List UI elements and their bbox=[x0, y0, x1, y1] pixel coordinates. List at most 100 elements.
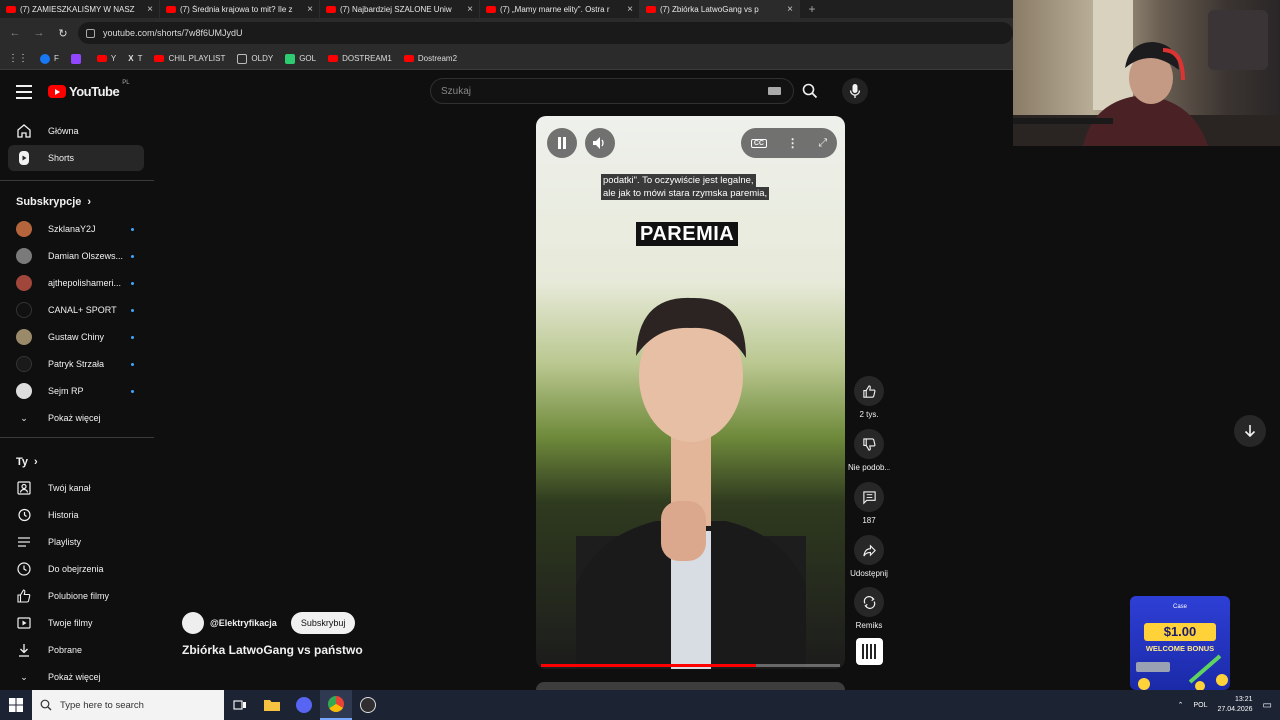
search-input[interactable]: Szukaj bbox=[430, 78, 794, 104]
show-more-button[interactable]: ⌄ Pokaż więcej bbox=[8, 664, 144, 690]
captions-icon[interactable]: CC bbox=[750, 138, 767, 148]
comments-button[interactable]: 187 bbox=[848, 482, 890, 525]
you-header[interactable]: Ty › bbox=[16, 456, 38, 468]
avatar bbox=[16, 329, 32, 345]
file-explorer-icon[interactable] bbox=[256, 690, 288, 720]
youtube-logo[interactable]: YouTube PL bbox=[48, 80, 130, 99]
sidebar-item-liked-videos[interactable]: Polubione filmy bbox=[8, 583, 144, 609]
video-controls-group: CC ⋮ ⤢ bbox=[741, 128, 837, 158]
back-icon[interactable]: ← bbox=[6, 24, 24, 42]
youtube-play-icon bbox=[48, 85, 66, 98]
taskbar-search-input[interactable]: Type here to search bbox=[32, 690, 224, 720]
more-options-icon[interactable]: ⋮ bbox=[787, 136, 799, 150]
tab-title: (7) „Mamy marne elity". Ostra r bbox=[500, 4, 610, 14]
browser-tab[interactable]: (7) ZAMIESZKALIŚMY W NASZ × bbox=[0, 0, 160, 18]
tab-title: (7) Najbardziej SZALONE Uniw bbox=[340, 4, 452, 14]
sidebar-item-subscription[interactable]: ajthepolishameri... bbox=[8, 270, 144, 296]
sidebar-item-shorts[interactable]: Shorts bbox=[8, 145, 144, 171]
sidebar-item-subscription[interactable]: SzklanaY2J bbox=[8, 216, 144, 242]
tab-title: (7) ZAMIESZKALIŚMY W NASZ bbox=[20, 4, 135, 14]
close-tab-icon[interactable]: × bbox=[627, 4, 633, 15]
discord-icon[interactable] bbox=[288, 690, 320, 720]
keyboard-icon[interactable] bbox=[768, 87, 781, 95]
twitch-icon bbox=[70, 53, 81, 64]
sidebar-item-home[interactable]: Główna bbox=[8, 118, 144, 144]
show-more-button[interactable]: ⌄ Pokaż więcej bbox=[8, 405, 144, 431]
browser-tab[interactable]: (7) Średnia krajowa to mit? Ile z × bbox=[160, 0, 320, 18]
chevron-down-icon: ⌄ bbox=[20, 412, 28, 423]
chrome-icon[interactable] bbox=[320, 690, 352, 720]
casino-ad[interactable]: Case $1.00 WELCOME BONUS bbox=[1130, 596, 1230, 690]
bookmark-item[interactable]: XT bbox=[128, 54, 142, 63]
task-view-icon[interactable] bbox=[224, 690, 256, 720]
browser-tab[interactable]: (7) „Mamy marne elity". Ostra r × bbox=[480, 0, 640, 18]
share-button[interactable]: Udostępnij bbox=[848, 535, 890, 578]
sidebar-item-subscription[interactable]: CANAL+ SPORT bbox=[8, 297, 144, 323]
obs-icon[interactable] bbox=[352, 690, 384, 720]
sidebar-item-downloads[interactable]: Pobrane bbox=[8, 637, 144, 663]
tray-chevron-up-icon[interactable]: ⌃ bbox=[1178, 701, 1184, 709]
close-tab-icon[interactable]: × bbox=[147, 4, 153, 15]
search-placeholder: Szukaj bbox=[441, 85, 472, 97]
browser-tab[interactable]: (7) Najbardziej SZALONE Uniw × bbox=[320, 0, 480, 18]
caption-line: ale jak to mówi stara rzymska paremia, bbox=[601, 187, 770, 200]
bookmark-item[interactable] bbox=[70, 53, 85, 64]
remix-icon bbox=[854, 587, 884, 617]
url-field[interactable]: youtube.com/shorts/7w8f6UMJydU bbox=[78, 22, 1013, 44]
notifications-icon[interactable]: ▭ bbox=[1263, 700, 1272, 711]
apps-grid-icon[interactable]: ⋮⋮ bbox=[8, 53, 28, 64]
webcam-person bbox=[1013, 0, 1280, 146]
bookmark-item[interactable]: Dostream2 bbox=[403, 54, 457, 63]
pause-button[interactable] bbox=[547, 128, 577, 158]
bookmark-item[interactable]: CHIL PLAYLIST bbox=[154, 54, 225, 63]
history-icon bbox=[16, 507, 32, 523]
channel-info: @Elektryfikacja Subskrybuj bbox=[182, 612, 356, 634]
volume-button[interactable] bbox=[585, 128, 615, 158]
browser-tab-active[interactable]: (7) Zbiórka LatwoGang vs p × bbox=[640, 0, 800, 18]
sidebar-item-your-videos[interactable]: Twoje filmy bbox=[8, 610, 144, 636]
reload-icon[interactable]: ↻ bbox=[54, 24, 72, 42]
sidebar-item-history[interactable]: Historia bbox=[8, 502, 144, 528]
windows-start-icon[interactable] bbox=[0, 690, 32, 720]
sidebar-item-subscription[interactable]: Sejm RP bbox=[8, 378, 144, 404]
video-title[interactable]: Zbiórka LatwoGang vs państwo bbox=[182, 643, 363, 657]
bookmark-item[interactable]: GOL bbox=[285, 53, 316, 64]
channel-avatar[interactable] bbox=[182, 612, 204, 634]
sidebar-item-playlists[interactable]: Playlisty bbox=[8, 529, 144, 555]
bookmark-item[interactable]: Y bbox=[96, 54, 116, 63]
sidebar-item-your-channel[interactable]: Twój kanał bbox=[8, 475, 144, 501]
sidebar-item-subscription[interactable]: Damian Olszews... bbox=[8, 243, 144, 269]
site-info-icon[interactable] bbox=[86, 28, 95, 38]
close-tab-icon[interactable]: × bbox=[467, 4, 473, 15]
sidebar-item-subscription[interactable]: Gustaw Chiny bbox=[8, 324, 144, 350]
clock-icon bbox=[16, 561, 32, 577]
next-video-button[interactable] bbox=[1234, 415, 1266, 447]
language-indicator[interactable]: POL bbox=[1193, 702, 1207, 709]
sidebar-item-subscription[interactable]: Patryk Strzała bbox=[8, 351, 144, 377]
close-tab-icon[interactable]: × bbox=[787, 4, 793, 15]
ad-brand: Case bbox=[1172, 604, 1187, 610]
like-button[interactable]: 2 tys. bbox=[848, 376, 890, 419]
dislike-button[interactable]: Nie podob... bbox=[848, 429, 890, 472]
bookmark-item[interactable]: F bbox=[40, 53, 59, 64]
bookmark-folder[interactable]: OLDY bbox=[237, 53, 273, 64]
close-tab-icon[interactable]: × bbox=[307, 4, 313, 15]
clock[interactable]: 13:21 27.04.2026 bbox=[1218, 695, 1253, 715]
microphone-icon[interactable] bbox=[842, 78, 868, 104]
subscriptions-header[interactable]: Subskrypcje › bbox=[16, 196, 91, 208]
forward-icon[interactable]: → bbox=[30, 24, 48, 42]
shorts-video-player[interactable]: CC ⋮ ⤢ podatki". To oczywiście jest lega… bbox=[536, 116, 845, 669]
search-icon[interactable] bbox=[796, 78, 824, 104]
fullscreen-icon[interactable]: ⤢ bbox=[818, 137, 827, 150]
remix-button[interactable]: Remiks bbox=[848, 587, 890, 630]
sidebar-item-watch-later[interactable]: Do obejrzenia bbox=[8, 556, 144, 582]
audio-source-thumbnail[interactable] bbox=[856, 638, 883, 665]
channel-name[interactable]: @Elektryfikacja bbox=[210, 618, 277, 628]
subscribe-button[interactable]: Subskrybuj bbox=[290, 612, 356, 634]
bookmark-item[interactable]: DOSTREAM1 bbox=[328, 54, 392, 63]
video-progress-bar[interactable] bbox=[541, 664, 840, 667]
new-tab-button[interactable]: + bbox=[800, 0, 824, 18]
share-label: Udostępnij bbox=[850, 569, 888, 578]
menu-icon[interactable] bbox=[16, 85, 32, 99]
facebook-icon bbox=[40, 53, 50, 64]
